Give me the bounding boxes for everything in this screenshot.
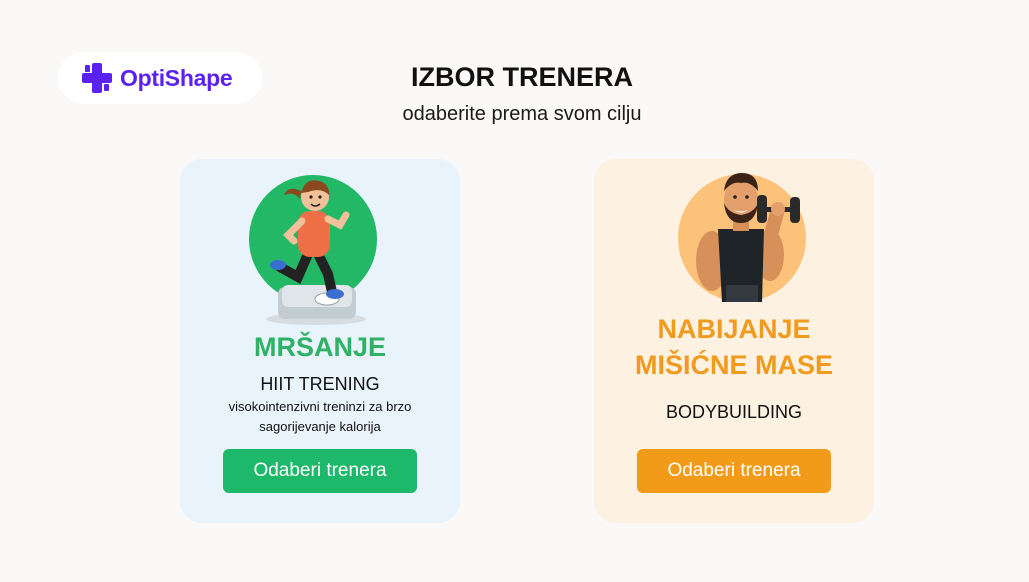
card-title: MRŠANJE (253, 332, 387, 362)
program-name: HIIT TRENING (260, 374, 380, 394)
program-description: visokointenzivni treninzi za brzo sagori… (228, 399, 412, 434)
running-woman-on-scale-icon (249, 175, 377, 325)
page-subtitle: odaberite prema svom cilju (402, 103, 642, 125)
program-name: BODYBUILDING (665, 402, 803, 422)
choose-trainer-button[interactable]: Odaberi trenera (223, 449, 417, 493)
choose-trainer-button[interactable]: Odaberi trenera (637, 449, 831, 493)
trainer-card-muscle-gain: NABIJANJE MIŠIĆNE MASE BODYBUILDING Odab… (594, 159, 874, 523)
page-title: IZBOR TRENERA (411, 62, 633, 92)
trainer-card-weight-loss: MRŠANJE HIIT TRENING visokointenzivni tr… (180, 159, 460, 523)
bodybuilder-with-dumbbell-icon (678, 173, 806, 302)
card-title: NABIJANJE MIŠIĆNE MASE (634, 314, 834, 380)
